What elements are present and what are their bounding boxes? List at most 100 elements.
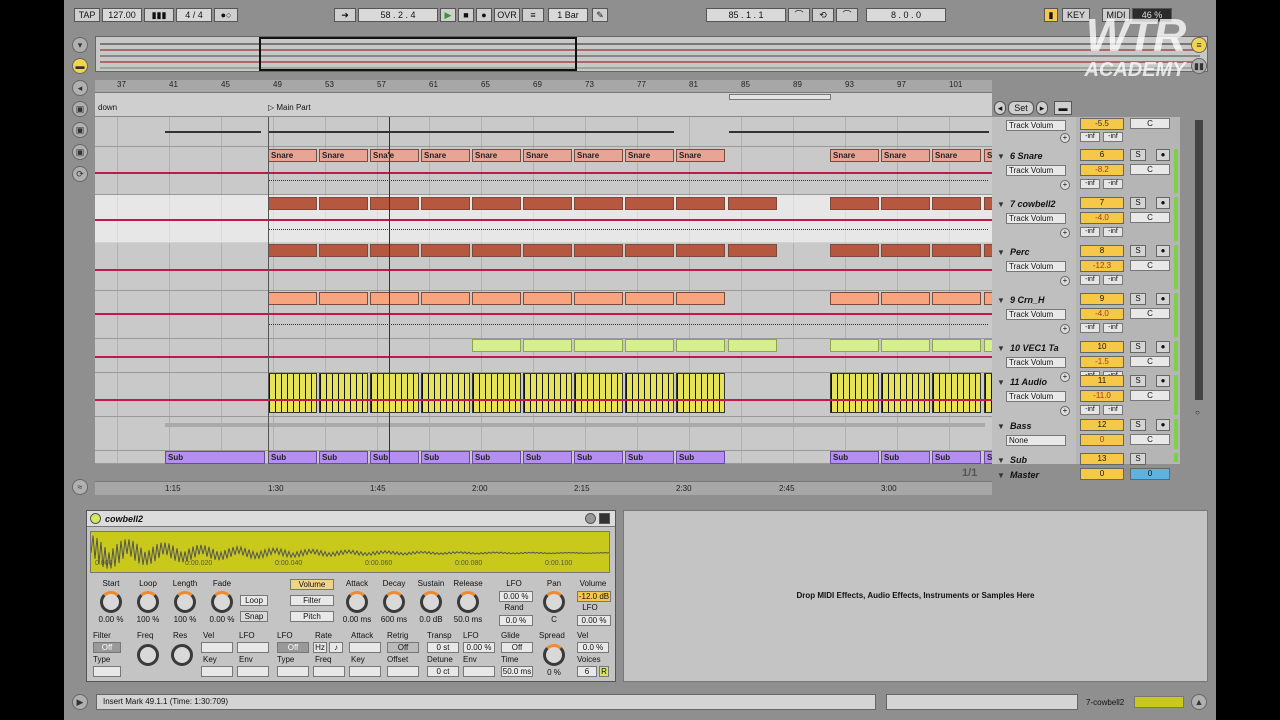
clip-cowbell[interactable]: [268, 197, 317, 210]
solo-button[interactable]: S: [1130, 149, 1146, 161]
play-button[interactable]: ▶: [440, 8, 456, 22]
clip-vec1[interactable]: [625, 339, 674, 352]
master-volume[interactable]: 0: [1130, 468, 1170, 480]
follow-icon[interactable]: ➜: [334, 8, 356, 22]
freq-knob[interactable]: [137, 644, 159, 666]
track-device-chooser[interactable]: Track Volum: [1006, 309, 1066, 320]
master-activator[interactable]: 0: [1080, 468, 1124, 480]
pitch-tab[interactable]: Pitch: [290, 611, 334, 622]
glide-time[interactable]: 50.0 ms: [501, 666, 533, 677]
sample-waveform[interactable]: 0.000 0:00.020 0:00.040 0:00.060 0:00.080 0:0…: [90, 531, 610, 573]
offset-amount[interactable]: [387, 666, 419, 677]
clip-sub[interactable]: Sub: [932, 451, 981, 464]
arm-button[interactable]: ●: [1156, 197, 1170, 209]
solo-button[interactable]: S: [1130, 197, 1146, 209]
pan-control[interactable]: C: [1130, 118, 1170, 129]
res-knob[interactable]: [171, 644, 193, 666]
nudge-icon[interactable]: ▮▮▮: [144, 8, 174, 22]
track-volume[interactable]: 0: [1080, 434, 1124, 446]
play-status-icon[interactable]: ▶: [72, 694, 88, 710]
track-activator[interactable]: 7: [1080, 197, 1124, 209]
clip-crn[interactable]: [421, 292, 470, 305]
filter-type-select[interactable]: [93, 666, 121, 677]
arm-button[interactable]: ●: [1156, 149, 1170, 161]
clip-crn[interactable]: [472, 292, 521, 305]
clip-cowbell[interactable]: [625, 197, 674, 210]
knob[interactable]: [211, 591, 233, 613]
refresh-icon[interactable]: ⟳: [72, 166, 88, 182]
track-device-chooser[interactable]: Track Volum: [1006, 165, 1066, 176]
clip-snare[interactable]: Snare: [881, 149, 930, 162]
env2-amount[interactable]: [463, 666, 495, 677]
browser-toggle-icon[interactable]: ▬: [72, 58, 88, 74]
tap-button[interactable]: TAP: [74, 8, 100, 22]
clip-perc[interactable]: [472, 244, 521, 257]
clip-audio[interactable]: [319, 373, 368, 413]
clip-crn[interactable]: [676, 292, 725, 305]
clip-sub[interactable]: Sub: [523, 451, 572, 464]
retrigger-r-button[interactable]: R: [599, 666, 609, 677]
clip-perc[interactable]: [830, 244, 879, 257]
clip-crn[interactable]: [932, 292, 981, 305]
add-automation-icon[interactable]: +: [1060, 133, 1070, 143]
detune-amount[interactable]: 0 ct: [427, 666, 459, 677]
track-activator[interactable]: 12: [1080, 419, 1124, 431]
quantize-select[interactable]: 1 Bar: [548, 8, 588, 22]
rand-amount[interactable]: 0.0 %: [499, 615, 533, 626]
locator-down[interactable]: down: [98, 103, 117, 112]
clip-crn[interactable]: [268, 292, 317, 305]
track-name-master[interactable]: Master: [996, 468, 1074, 483]
lfo-mod-amount[interactable]: [237, 642, 269, 653]
locator-prev-icon[interactable]: ◂: [994, 101, 1006, 115]
solo-button[interactable]: S: [1130, 245, 1146, 257]
clip-sub[interactable]: Sub: [421, 451, 470, 464]
loop-switch-icon[interactable]: ⟲: [812, 8, 834, 22]
filter-tab[interactable]: Filter: [290, 595, 334, 606]
clip-sub[interactable]: Sub: [676, 451, 725, 464]
pan-control[interactable]: C: [1130, 434, 1170, 445]
clip-cowbell[interactable]: [421, 197, 470, 210]
solo-button[interactable]: S: [1130, 375, 1146, 387]
clip-cowbell[interactable]: [728, 197, 777, 210]
device-drop-zone[interactable]: Drop MIDI Effects, Audio Effects, Instru…: [623, 510, 1208, 682]
track-volume[interactable]: -1.5: [1080, 356, 1124, 368]
volume-tab[interactable]: Volume: [290, 579, 334, 590]
device-save-icon[interactable]: [599, 513, 610, 524]
track-name[interactable]: Bass: [996, 419, 1074, 434]
clip-audio[interactable]: [830, 373, 879, 413]
clip-audio[interactable]: [472, 373, 521, 413]
track-volume[interactable]: -12.3: [1080, 260, 1124, 272]
track-device-chooser[interactable]: Track Volum: [1006, 391, 1066, 402]
folder-icon[interactable]: ▣: [72, 144, 88, 160]
add-automation-icon[interactable]: +: [1060, 276, 1070, 286]
clip-audio[interactable]: [676, 373, 725, 413]
tempo-field[interactable]: 127.00: [102, 8, 142, 22]
clip-vec1[interactable]: [523, 339, 572, 352]
clip-snare[interactable]: Snare: [472, 149, 521, 162]
clip-cowbell[interactable]: [932, 197, 981, 210]
clip-perc[interactable]: [625, 244, 674, 257]
back-icon[interactable]: ◂: [72, 80, 88, 96]
device-power-icon[interactable]: [90, 513, 101, 524]
clip-perc[interactable]: [881, 244, 930, 257]
pan-control[interactable]: C: [1130, 212, 1170, 223]
overview-toggle-icon[interactable]: ▾: [72, 37, 88, 53]
clip-vec1[interactable]: [574, 339, 623, 352]
clip-audio[interactable]: [268, 373, 317, 413]
pan-control[interactable]: C: [1130, 356, 1170, 367]
add-automation-icon[interactable]: +: [1060, 324, 1070, 334]
pan-control[interactable]: C: [1130, 390, 1170, 401]
clip-perc[interactable]: [319, 244, 368, 257]
automation-toggle-icon[interactable]: ≈: [72, 479, 88, 495]
voices-select[interactable]: 6: [577, 666, 597, 677]
arrangement-overview[interactable]: [95, 36, 1208, 72]
clip-cowbell[interactable]: [881, 197, 930, 210]
clip-audio[interactable]: [881, 373, 930, 413]
pan-control[interactable]: C: [1130, 308, 1170, 319]
clip-snare[interactable]: Sna'e: [370, 149, 419, 162]
clip-sub[interactable]: Sub: [268, 451, 317, 464]
env-knob[interactable]: [383, 591, 405, 613]
clip-perc[interactable]: [676, 244, 725, 257]
clip-sub[interactable]: Sub: [625, 451, 674, 464]
clip-audio[interactable]: [523, 373, 572, 413]
